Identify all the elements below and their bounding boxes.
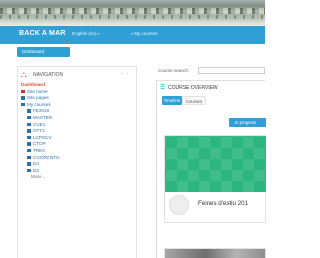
folder-icon [27, 116, 31, 120]
nav-item-label: CTOP [33, 141, 46, 147]
folder-icon [27, 129, 31, 133]
my-courses-menu[interactable]: ▾ My courses [131, 31, 158, 36]
course-card-second-image [165, 249, 265, 258]
nav-item-d3[interactable]: D3 [21, 168, 133, 175]
folder-icon [27, 135, 31, 140]
chevron-down-icon: ▾ [97, 32, 100, 36]
nav-item-label: MASTER [33, 114, 53, 120]
nav-item-ctop[interactable]: CTOP [21, 141, 133, 148]
dashboard-button[interactable]: Dashboard [17, 47, 70, 57]
nav-item-label: CUE1 [33, 121, 46, 127]
nav-item-label: LCPSCV [33, 134, 52, 140]
course-progress-circle [169, 195, 189, 215]
nav-item-label: CGORCNTD [33, 154, 60, 160]
course-card[interactable]: Feines d'estiu 201 [164, 135, 266, 223]
course-card-second[interactable] [164, 248, 266, 258]
nav-item-cft1[interactable]: CFT1 [21, 128, 133, 135]
tab-courses[interactable]: Courses [182, 96, 206, 105]
navigation-block: ⛬ NAVIGATION ▫ ▫ Dashboard Site home Site … [17, 66, 137, 258]
nav-item-fe2018[interactable]: FE2018 [21, 108, 133, 115]
chevron-down-icon: ▾ [131, 32, 133, 36]
nav-item-label: Site pages [27, 95, 49, 101]
my-courses-label: My courses [134, 31, 158, 36]
folder-icon [21, 102, 25, 107]
nav-item-lcpscv[interactable]: LCPSCV [21, 135, 133, 142]
folder-icon [27, 155, 31, 159]
navigation-title: NAVIGATION [33, 72, 64, 78]
nav-item-cue1[interactable]: CUE1 [21, 122, 133, 129]
folder-icon [27, 162, 31, 166]
nav-item-label: My courses [27, 101, 51, 107]
nav-item-label: Dashboard [21, 82, 45, 87]
in-progress-dropdown[interactable]: In progress [229, 118, 266, 127]
dashboard-button-label: Dashboard [22, 49, 45, 54]
nav-item-label: Site home [27, 88, 48, 94]
folder-icon [27, 122, 31, 127]
folder-icon [27, 109, 31, 113]
nav-item-trec[interactable]: TREC [21, 148, 133, 155]
language-menu[interactable]: English (en) ▾ [72, 31, 100, 36]
nav-item-my-courses[interactable]: My courses [21, 102, 133, 109]
list-icon: ☰ [160, 85, 166, 91]
site-banner [0, 0, 265, 26]
block-controls-icon[interactable]: ▫ ▫ [121, 71, 129, 77]
folder-icon [27, 168, 31, 173]
home-icon [21, 89, 25, 94]
nav-item-label: CFT1 [33, 128, 45, 134]
course-card-pattern [165, 136, 266, 192]
banner-texture [0, 8, 265, 14]
navigation-header: ⛬ NAVIGATION ▫ ▫ [21, 70, 133, 80]
folder-icon [27, 142, 31, 146]
nav-item-more[interactable]: More... [21, 174, 133, 181]
nav-item-d4[interactable]: D4 [21, 161, 133, 168]
banner-texture-lower [0, 15, 265, 19]
course-search-label: Course search: [158, 68, 190, 73]
folder-icon [21, 96, 25, 100]
site-brand-link[interactable]: BACK A MAR [19, 30, 66, 37]
nav-item-master[interactable]: MASTER [21, 115, 133, 122]
tab-timeline[interactable]: Timeline [162, 96, 182, 105]
nav-item-site-pages[interactable]: Site pages [21, 95, 133, 102]
nav-item-label: D3 [33, 167, 39, 173]
course-search-input[interactable] [198, 67, 265, 74]
course-card-title[interactable]: Feines d'estiu 201 [198, 200, 248, 207]
nav-item-label: D4 [33, 161, 39, 167]
nav-item-dashboard[interactable]: Dashboard [21, 82, 133, 89]
nav-item-cgorcntd[interactable]: CGORCNTD [21, 155, 133, 162]
course-search: Course search: [158, 66, 265, 76]
top-navbar: BACK A MAR English (en) ▾ ▾ My courses [0, 26, 265, 44]
folder-icon [27, 149, 31, 153]
language-label: English (en) [72, 31, 97, 36]
navigation-tree: Dashboard Site home Site pages My courses FE… [21, 82, 133, 181]
nav-item-label: TREC [33, 147, 46, 153]
sitemap-icon: ⛬ [21, 70, 27, 79]
nav-item-site-home[interactable]: Site home [21, 89, 133, 96]
course-overview-block: ☰ COURSE OVERVIEW Timeline Courses In pr… [156, 80, 266, 258]
course-card-image[interactable] [165, 136, 266, 192]
course-overview-title: COURSE OVERVIEW [168, 85, 218, 91]
nav-item-label: FE2018 [33, 108, 50, 114]
